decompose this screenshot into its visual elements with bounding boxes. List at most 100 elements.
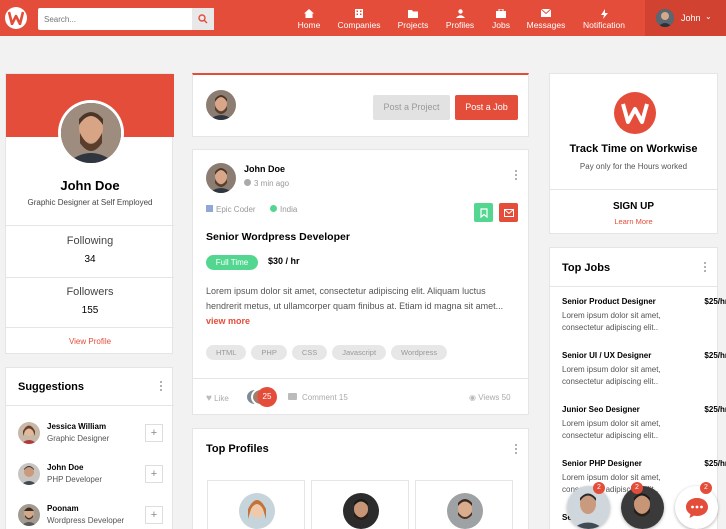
chat-head[interactable] [567, 486, 610, 529]
search-input[interactable] [38, 8, 188, 30]
more-options-icon[interactable] [515, 444, 518, 456]
promo-subtitle: Pay only for the Hours worked [579, 162, 688, 171]
skill-tags: HTML PHP CSS Javascript Wordpress [206, 342, 521, 360]
nav-label: Jobs [492, 20, 510, 30]
nav-companies[interactable]: Companies [337, 9, 381, 30]
avatar[interactable] [18, 422, 40, 444]
add-connection-button[interactable]: + [145, 424, 163, 442]
chat-head[interactable] [621, 486, 664, 529]
divider [193, 378, 528, 379]
suggestion-item: Jessica William Graphic Designer + [18, 418, 168, 448]
more-options-icon[interactable] [515, 170, 518, 182]
post-body: Lorem ipsum dolor sit amet, consectetur … [206, 284, 516, 329]
post-job-button[interactable]: Post a Job [455, 95, 518, 120]
profile-avatar[interactable] [58, 100, 124, 166]
search-button[interactable] [192, 8, 214, 30]
nav-projects[interactable]: Projects [397, 9, 429, 30]
like-label: Like [214, 394, 229, 403]
job-list-item[interactable]: Junior Seo Designer $25/hr Lorem ipsum d… [562, 405, 726, 445]
chat-launcher-button[interactable] [675, 486, 718, 529]
nav-profiles[interactable]: Profiles [445, 9, 475, 30]
avatar[interactable] [206, 163, 236, 193]
nav-label: Projects [397, 20, 429, 30]
post-time: 3 min ago [244, 179, 289, 188]
nav-jobs[interactable]: Jobs [491, 8, 511, 30]
post-project-button[interactable]: Post a Project [373, 95, 450, 120]
promo-title: Track Time on Workwise [569, 143, 698, 155]
profile-tile[interactable] [415, 480, 513, 529]
suggestion-name[interactable]: Jessica William [47, 422, 106, 431]
skill-tag[interactable]: Javascript [332, 345, 387, 360]
more-options-icon[interactable] [160, 381, 163, 393]
nav-notification[interactable]: Notification [581, 9, 627, 30]
comment-icon [288, 393, 297, 400]
post-company-text: Epic Coder [216, 205, 256, 214]
envelope-icon [503, 208, 514, 217]
avatar [656, 9, 674, 27]
profile-tile[interactable] [311, 480, 409, 529]
views-label: Views 50 [478, 393, 511, 402]
job-post-card: John Doe 3 min ago Epic Coder India Seni… [192, 149, 529, 415]
job-list-item[interactable]: Senior Product Designer $25/hr Lorem ips… [562, 297, 726, 337]
nav-messages[interactable]: Messages [526, 8, 566, 30]
post-author[interactable]: John Doe [244, 164, 285, 174]
suggestion-name[interactable]: John Doe [47, 463, 83, 472]
suggestion-role: PHP Developer [47, 475, 102, 484]
job-item-title: Senior Product Designer [562, 297, 656, 306]
avatar[interactable] [18, 504, 40, 526]
unread-badge: 2 [631, 482, 643, 494]
divider [6, 327, 174, 328]
nav-home[interactable]: Home [297, 9, 321, 30]
divider [6, 225, 174, 226]
job-item-rate: $25/hr [704, 405, 726, 414]
suggestion-role: Graphic Designer [47, 434, 110, 443]
signup-button[interactable]: SIGN UP [550, 201, 717, 212]
avatar[interactable] [206, 90, 236, 120]
chat-bubble-icon [685, 497, 708, 518]
divider [550, 189, 717, 190]
user-menu[interactable]: John ⌄ [645, 0, 726, 36]
avatar[interactable] [18, 463, 40, 485]
job-rate: $30 / hr [268, 256, 300, 266]
job-title[interactable]: Senior Wordpress Developer [206, 231, 350, 243]
add-connection-button[interactable]: + [145, 506, 163, 524]
job-list-item[interactable]: Senior UI / UX Designer $25/hr Lorem ips… [562, 351, 726, 391]
top-jobs-title: Top Jobs [562, 262, 611, 274]
skill-tag[interactable]: CSS [291, 345, 328, 360]
skill-tag[interactable]: Wordpress [391, 345, 448, 360]
check-circle-icon [270, 205, 277, 212]
skill-tag[interactable]: HTML [206, 345, 247, 360]
view-profile-link[interactable]: View Profile [6, 337, 174, 346]
job-item-rate: $25/hr [704, 459, 726, 468]
following-count: 34 [84, 254, 96, 265]
building-icon [337, 9, 381, 19]
suggestion-name[interactable]: Poonam [47, 504, 79, 513]
suggestions-card: Suggestions Jessica William Graphic Desi… [5, 367, 174, 529]
job-item-title: Senior PHP Designer [562, 459, 642, 468]
learn-more-link[interactable]: Learn More [550, 217, 717, 226]
search-bar [38, 8, 214, 30]
chevron-down-icon: ⌄ [705, 12, 712, 21]
nav-label: Home [297, 20, 321, 30]
company-icon [206, 205, 213, 212]
more-options-icon[interactable] [704, 262, 707, 274]
workwise-logo [614, 92, 656, 134]
top-navbar: Home Companies Projects Profiles Jobs Me… [0, 0, 726, 36]
clock-icon [244, 179, 251, 186]
like-count-badge: 25 [257, 387, 277, 407]
skill-tag[interactable]: PHP [251, 345, 287, 360]
add-connection-button[interactable]: + [145, 465, 163, 483]
post-composer: Post a Project Post a Job [192, 73, 529, 137]
avatar [447, 493, 483, 529]
comment-button[interactable]: Comment 15 [288, 393, 348, 402]
message-button[interactable] [499, 203, 518, 222]
post-body-text: Lorem ipsum dolor sit amet, consectetur … [206, 286, 504, 311]
workwise-logo[interactable] [5, 7, 27, 29]
view-more-link[interactable]: view more [206, 316, 250, 326]
eye-icon: ◉ [469, 393, 476, 402]
post-location: India [270, 205, 297, 214]
profile-tile[interactable] [207, 480, 305, 529]
bookmark-button[interactable] [474, 203, 493, 222]
like-button[interactable]: ♥ Like [206, 393, 229, 404]
bookmark-icon [479, 207, 488, 218]
